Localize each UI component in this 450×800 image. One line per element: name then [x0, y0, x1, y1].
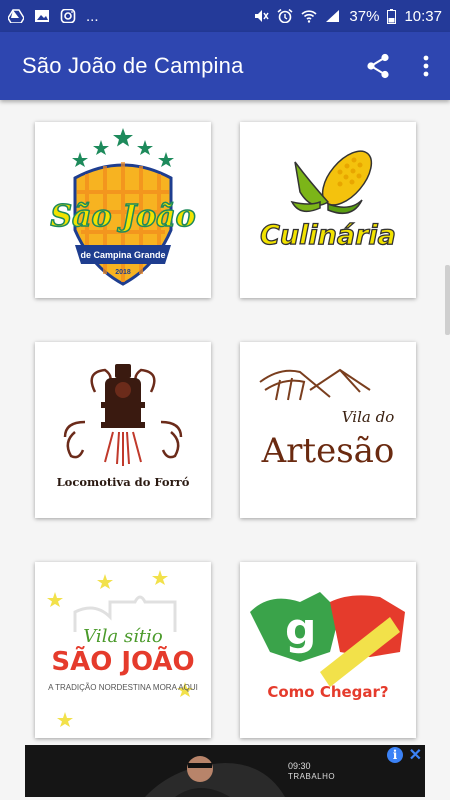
tile-como-chegar[interactable]: g Como Chegar? [240, 562, 416, 738]
culinaria-logo: Culinária [259, 150, 397, 252]
ad-text: TRABALHO [288, 772, 336, 781]
vila-sitio-logo: Vila sítio SÃO JOÃO A TRADIÇÃO NORDESTIN… [47, 570, 198, 727]
notification-overflow: ... [86, 7, 99, 25]
drive-icon [8, 9, 24, 23]
app-title: São João de Campina [22, 53, 244, 78]
locomotiva-logo: Locomotiva do Forró [57, 364, 190, 489]
instagram-icon [60, 9, 76, 23]
corn-icon [290, 150, 373, 215]
more-vert-icon [423, 55, 429, 77]
notification-icons: ... [0, 8, 99, 25]
clock: 10:37 [404, 7, 442, 25]
image-icon [35, 10, 49, 22]
como-chegar-logo: g Como Chegar? [250, 592, 405, 701]
more-options-button[interactable] [402, 42, 450, 90]
tile-sao-joao[interactable]: São João de Campina Grande 2018 [35, 122, 211, 298]
share-button[interactable] [354, 42, 402, 90]
signal-icon [326, 10, 340, 22]
tile-sao-joao-year: 2018 [115, 269, 131, 276]
tile-vila-sitio-line2: SÃO JOÃO [51, 645, 194, 677]
tile-vila-artesao[interactable]: Vila do Artesão [240, 342, 416, 518]
stars-decoration [72, 128, 174, 167]
tile-vila-artesao-line1: Vila do [342, 408, 395, 426]
ad-time: 09:30 [288, 761, 311, 771]
google-g-icon: g [285, 604, 317, 655]
tile-locomotiva[interactable]: Locomotiva do Forró [35, 342, 211, 518]
app-bar: São João de Campina [0, 32, 450, 100]
tile-sao-joao-subtitle: de Campina Grande [80, 250, 165, 260]
tile-locomotiva-label: Locomotiva do Forró [57, 475, 190, 489]
mute-icon [255, 10, 270, 22]
ad-banner[interactable]: 09:30 TRABALHO i ✕ [25, 745, 425, 797]
roofs-icon [259, 368, 371, 401]
share-icon [367, 53, 389, 79]
battery-percent: 37% [349, 7, 380, 25]
map-icon: g [250, 592, 405, 687]
tile-vila-artesao-line2: Artesão [261, 431, 395, 471]
battery-icon [387, 8, 397, 24]
menu-grid: São João de Campina Grande 2018 Culinári… [0, 100, 450, 745]
sao-joao-logo: São João de Campina Grande 2018 [50, 128, 196, 286]
tile-vila-sitio-line1: Vila sítio [83, 626, 163, 647]
tile-sao-joao-title: São João [50, 199, 195, 234]
ad-image [25, 745, 425, 797]
tile-culinaria-label: Culinária [260, 220, 396, 251]
ad-info-icon[interactable]: i [387, 747, 403, 763]
ad-close-icon[interactable]: ✕ [409, 745, 422, 765]
scrollbar-thumb[interactable] [445, 265, 450, 335]
tile-como-chegar-label: Como Chegar? [267, 683, 388, 701]
tile-culinaria[interactable]: Culinária [240, 122, 416, 298]
wifi-icon [301, 10, 317, 23]
status-bar: ... 37% 10:37 [0, 0, 450, 32]
tile-vila-sitio-tagline: A TRADIÇÃO NORDESTINA MORA AQUI [48, 683, 198, 692]
vila-artesao-logo: Vila do Artesão [259, 368, 395, 471]
tile-vila-sitio[interactable]: Vila sítio SÃO JOÃO A TRADIÇÃO NORDESTIN… [35, 562, 211, 738]
alarm-icon [277, 9, 293, 23]
